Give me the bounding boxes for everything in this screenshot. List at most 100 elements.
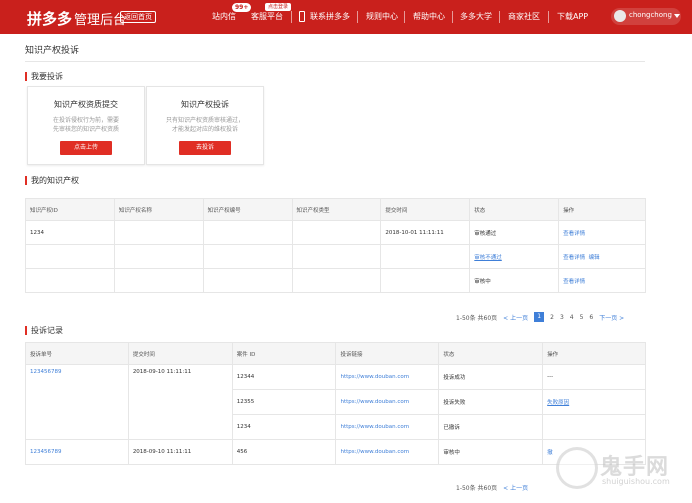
complaint-link[interactable]: https://www.douban.com	[340, 399, 409, 405]
case-id: 12344	[231, 364, 337, 390]
nav-community[interactable]: 商家社区	[508, 11, 540, 22]
ip-qualification-card: 知识产权资质提交 在投诉侵权行为前，需要 先审核您的知识产权资质 点击上传	[27, 86, 145, 165]
site-watermark: 鬼手网 shuiguishou.com	[556, 445, 686, 497]
next-page-button[interactable]: 下一页 >	[599, 313, 624, 322]
pagination-summary: 1-50条 共60页	[456, 484, 498, 492]
column-header: 知识产权类型	[291, 198, 382, 221]
chevron-down-icon[interactable]	[674, 14, 680, 18]
prev-page-button[interactable]: < 上一页	[503, 483, 528, 492]
case-id: 1234	[231, 414, 337, 440]
column-header: 知识产权ID	[25, 198, 115, 221]
nav-messages[interactable]: 站内信	[212, 11, 236, 22]
ip-id: 1234	[25, 220, 115, 245]
status: 投诉成功	[438, 364, 544, 390]
table-header-row: 投诉单号 提交时间 案件 ID 投诉链接 状态 操作	[25, 342, 646, 365]
status-rejected-link[interactable]: 审核不通过	[474, 255, 502, 261]
column-header: 状态	[438, 342, 544, 365]
withdraw-link[interactable]: 撤	[547, 450, 553, 456]
records-table: 投诉单号 提交时间 案件 ID 投诉链接 状态 操作 123456789 201…	[25, 342, 646, 465]
records-pagination: 1-50条 共60页 < 上一页	[456, 482, 534, 492]
table-row: 123456789 2018-09-10 11:11:11 12344 http…	[25, 364, 646, 440]
ip-complaint-card: 知识产权投诉 只有知识产权资质审核通过， 才能发起对应的维权投诉 去投诉	[146, 86, 264, 165]
nav-divider	[357, 11, 358, 23]
page-number-current[interactable]: 1	[534, 312, 545, 322]
section-title-records: 投诉记录	[25, 326, 63, 335]
prev-page-button[interactable]: < 上一页	[503, 313, 528, 322]
view-details-link[interactable]: 查看详情	[563, 255, 585, 261]
nav-customer-service[interactable]: 客服平台	[251, 11, 283, 22]
column-header: 操作	[558, 198, 646, 221]
nav-divider	[499, 11, 500, 23]
card-description: 只有知识产权资质审核通过， 才能发起对应的维权投诉	[165, 117, 244, 133]
upload-button[interactable]: 点击上传	[60, 141, 112, 155]
title-divider	[25, 61, 645, 62]
phone-icon	[299, 11, 305, 22]
page-number[interactable]: 5	[580, 314, 584, 321]
case-id: 456	[231, 439, 337, 465]
complaint-number-link[interactable]: 123456789	[30, 369, 62, 375]
submit-time: 2018-10-01 11:11:11	[380, 220, 471, 245]
table-row: 审核中 查看详情	[25, 268, 646, 293]
nav-divider	[404, 11, 405, 23]
nav-contact[interactable]: 联系拼多多	[310, 11, 350, 22]
column-header: 知识产权编号	[202, 198, 293, 221]
page-title: 知识产权投诉	[25, 46, 80, 56]
nav-university[interactable]: 多多大学	[460, 11, 492, 22]
page-number[interactable]: 3	[560, 314, 564, 321]
page-number[interactable]: 2	[550, 314, 554, 321]
ip-pagination: 1-50条 共60页 < 上一页 1 2 3 4 5 6 下一页 >	[456, 312, 630, 322]
edit-link[interactable]: 编辑	[589, 255, 600, 261]
messages-count-badge: 99+	[232, 3, 252, 12]
column-header: 操作	[542, 342, 646, 365]
login-hint-tag: 点击登录	[265, 3, 292, 11]
page-number[interactable]: 4	[570, 314, 574, 321]
watermark-logo-icon	[556, 447, 598, 489]
go-complain-button[interactable]: 去投诉	[179, 141, 231, 155]
back-home-button[interactable]: 返回首页	[120, 11, 156, 23]
status: 投诉失败	[438, 389, 544, 415]
view-details-link[interactable]: 查看详情	[563, 231, 585, 237]
section-title-my-ip: 我的知识产权	[25, 176, 79, 185]
pinduoduo-logo[interactable]: 拼多多 管理后台	[27, 8, 126, 29]
logo-brand: 拼多多	[27, 10, 73, 28]
submit-time: 2018-09-10 11:11:11	[127, 364, 233, 440]
complaint-link[interactable]: https://www.douban.com	[340, 449, 409, 455]
view-details-link[interactable]: 查看详情	[563, 279, 585, 285]
card-description: 在投诉侵权行为前，需要 先审核您的知识产权资质	[52, 117, 119, 133]
column-header: 知识产权名称	[113, 198, 204, 221]
status: 已撤诉	[438, 414, 544, 440]
avatar[interactable]	[614, 10, 626, 22]
pagination-summary: 1-50条 共60页	[456, 314, 498, 322]
ip-table: 知识产权ID 知识产权名称 知识产权编号 知识产权类型 提交时间 状态 操作 1…	[25, 198, 646, 293]
watermark-url: shuiguishou.com	[602, 477, 670, 486]
column-header: 案件 ID	[231, 342, 337, 365]
status: 审核中	[438, 439, 544, 465]
failure-reason-link[interactable]: 失败原因	[547, 400, 569, 406]
column-header: 提交时间	[127, 342, 233, 365]
page-number[interactable]: 6	[589, 314, 593, 321]
table-header-row: 知识产权ID 知识产权名称 知识产权编号 知识产权类型 提交时间 状态 操作	[25, 198, 646, 221]
action-placeholder: ---	[542, 364, 646, 390]
column-header: 提交时间	[380, 198, 471, 221]
card-title: 知识产权资质提交	[54, 100, 118, 109]
table-row: 1234 2018-10-01 11:11:11 审核通过 查看详情	[25, 220, 646, 245]
column-header: 投诉链接	[335, 342, 440, 365]
section-title-complaint: 我要投诉	[25, 72, 63, 81]
logo-subtitle: 管理后台	[74, 13, 127, 28]
nav-help[interactable]: 帮助中心	[413, 11, 445, 22]
complaint-link[interactable]: https://www.douban.com	[340, 424, 409, 430]
complaint-number-link[interactable]: 123456789	[30, 449, 62, 455]
submit-time: 2018-09-10 11:11:11	[127, 439, 233, 465]
nav-divider	[548, 11, 549, 23]
username[interactable]: chongchong	[629, 11, 672, 19]
case-id: 12355	[231, 389, 337, 415]
nav-rules[interactable]: 规则中心	[366, 11, 398, 22]
table-row: 123456789 2018-09-10 11:11:11 456 https:…	[25, 439, 646, 465]
status: 审核中	[469, 268, 560, 293]
nav-divider	[452, 11, 453, 23]
card-title: 知识产权投诉	[181, 100, 229, 109]
nav-download-app[interactable]: 下载APP	[557, 11, 588, 22]
table-row: 审核不通过 查看详情 编辑	[25, 244, 646, 269]
column-header: 投诉单号	[25, 342, 129, 365]
complaint-link[interactable]: https://www.douban.com	[340, 374, 409, 380]
